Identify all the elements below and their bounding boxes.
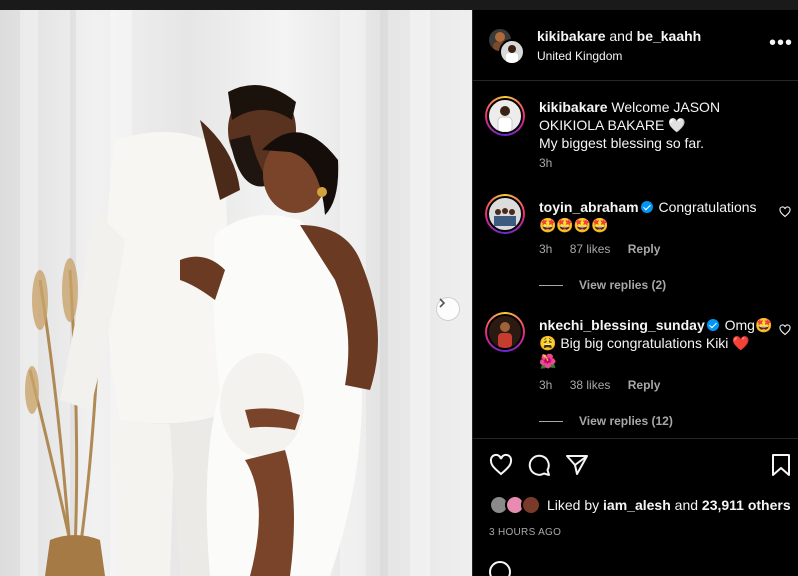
comment-body: Congratulations (658, 199, 757, 215)
commenter-avatar[interactable] (485, 194, 525, 234)
chevron-right-icon (439, 298, 446, 308)
comment-username[interactable]: nkechi_blessing_sunday (539, 317, 705, 333)
collaborator-avatar[interactable] (499, 39, 525, 65)
caption-body-2: My biggest blessing so far. (539, 135, 704, 151)
heart-icon[interactable] (489, 453, 513, 477)
comment-time: 3h (539, 242, 553, 256)
replies-divider (539, 284, 563, 286)
comment-like-heart-icon[interactable] (779, 324, 791, 336)
liked-by-prefix: Liked by (547, 497, 600, 513)
emoji-icon[interactable] (489, 561, 511, 576)
comment-likes[interactable]: 87 likes (570, 242, 611, 256)
collaborator-username[interactable]: be_kaahh (637, 28, 702, 44)
comment-emoji: 🤩🤩🤩🤩 (539, 217, 609, 233)
view-replies-button[interactable]: View replies (12) (539, 414, 673, 428)
verified-badge-icon (706, 319, 719, 331)
post-side-panel: kikibakare and be_kaahh United Kingdom •… (472, 10, 798, 576)
likes-count[interactable]: 23,911 others (702, 497, 791, 513)
replies-divider (539, 420, 563, 422)
commenter-avatar[interactable] (485, 312, 525, 352)
reply-button[interactable]: Reply (628, 378, 661, 392)
comment-body-2: 😩 Big big congratulations Kiki ❤️ (539, 335, 750, 351)
next-photo-button[interactable] (436, 297, 460, 321)
wicker-basket (45, 535, 105, 576)
caption-text: kikibakare Welcome JASON OKIKIOLA BAKARE… (539, 98, 779, 152)
post-authors: kikibakare and be_kaahh (537, 28, 701, 44)
comment-text: toyin_abraham Congratulations 🤩🤩🤩🤩 (539, 198, 779, 234)
view-replies-button[interactable]: View replies (2) (539, 278, 666, 292)
author-username[interactable]: kikibakare (537, 28, 606, 44)
reply-button[interactable]: Reply (628, 242, 661, 256)
comment-meta: 3h 87 likes Reply (539, 242, 674, 256)
post-location[interactable]: United Kingdom (537, 49, 622, 63)
post-photo[interactable] (0, 10, 472, 576)
share-icon[interactable] (565, 453, 589, 477)
bookmark-icon[interactable] (771, 453, 791, 477)
liked-by-row: Liked by iam_alesh and 23,911 others (489, 495, 791, 515)
comment-icon[interactable] (527, 453, 551, 477)
caption-avatar[interactable] (485, 96, 525, 136)
liked-by-user[interactable]: iam_alesh (603, 497, 671, 513)
liker-avatars[interactable] (489, 495, 541, 515)
view-replies-label: View replies (2) (579, 278, 667, 292)
comment-body-3: 🌺 (539, 353, 557, 369)
author-connector: and (609, 28, 633, 44)
post-header: kikibakare and be_kaahh United Kingdom •… (473, 10, 798, 81)
comment-like-heart-icon[interactable] (779, 206, 791, 218)
verified-badge-icon (640, 201, 653, 213)
liker-avatar (521, 495, 541, 515)
caption-meta: 3h (539, 156, 566, 170)
browser-top-strip (0, 0, 798, 10)
photo-illustration (20, 10, 430, 576)
more-icon[interactable]: ••• (769, 32, 793, 55)
comment-username[interactable]: toyin_abraham (539, 199, 639, 215)
collab-avatars[interactable] (487, 27, 527, 67)
liked-by-suffix: and (674, 497, 699, 513)
caption-username[interactable]: kikibakare (539, 99, 608, 115)
comment-text: nkechi_blessing_sunday Omg🤩 😩 Big big co… (539, 316, 779, 370)
post-actions: Liked by iam_alesh and 23,911 others 3 H… (473, 438, 798, 576)
action-icons (489, 453, 589, 477)
comment-time: 3h (539, 378, 553, 392)
comment-meta: 3h 38 likes Reply (539, 378, 674, 392)
view-replies-label: View replies (12) (579, 414, 673, 428)
comment-likes[interactable]: 38 likes (570, 378, 611, 392)
caption-time: 3h (539, 156, 553, 170)
comment-body: Omg🤩 (724, 317, 773, 333)
post-time[interactable]: 3 HOURS AGO (489, 527, 561, 538)
